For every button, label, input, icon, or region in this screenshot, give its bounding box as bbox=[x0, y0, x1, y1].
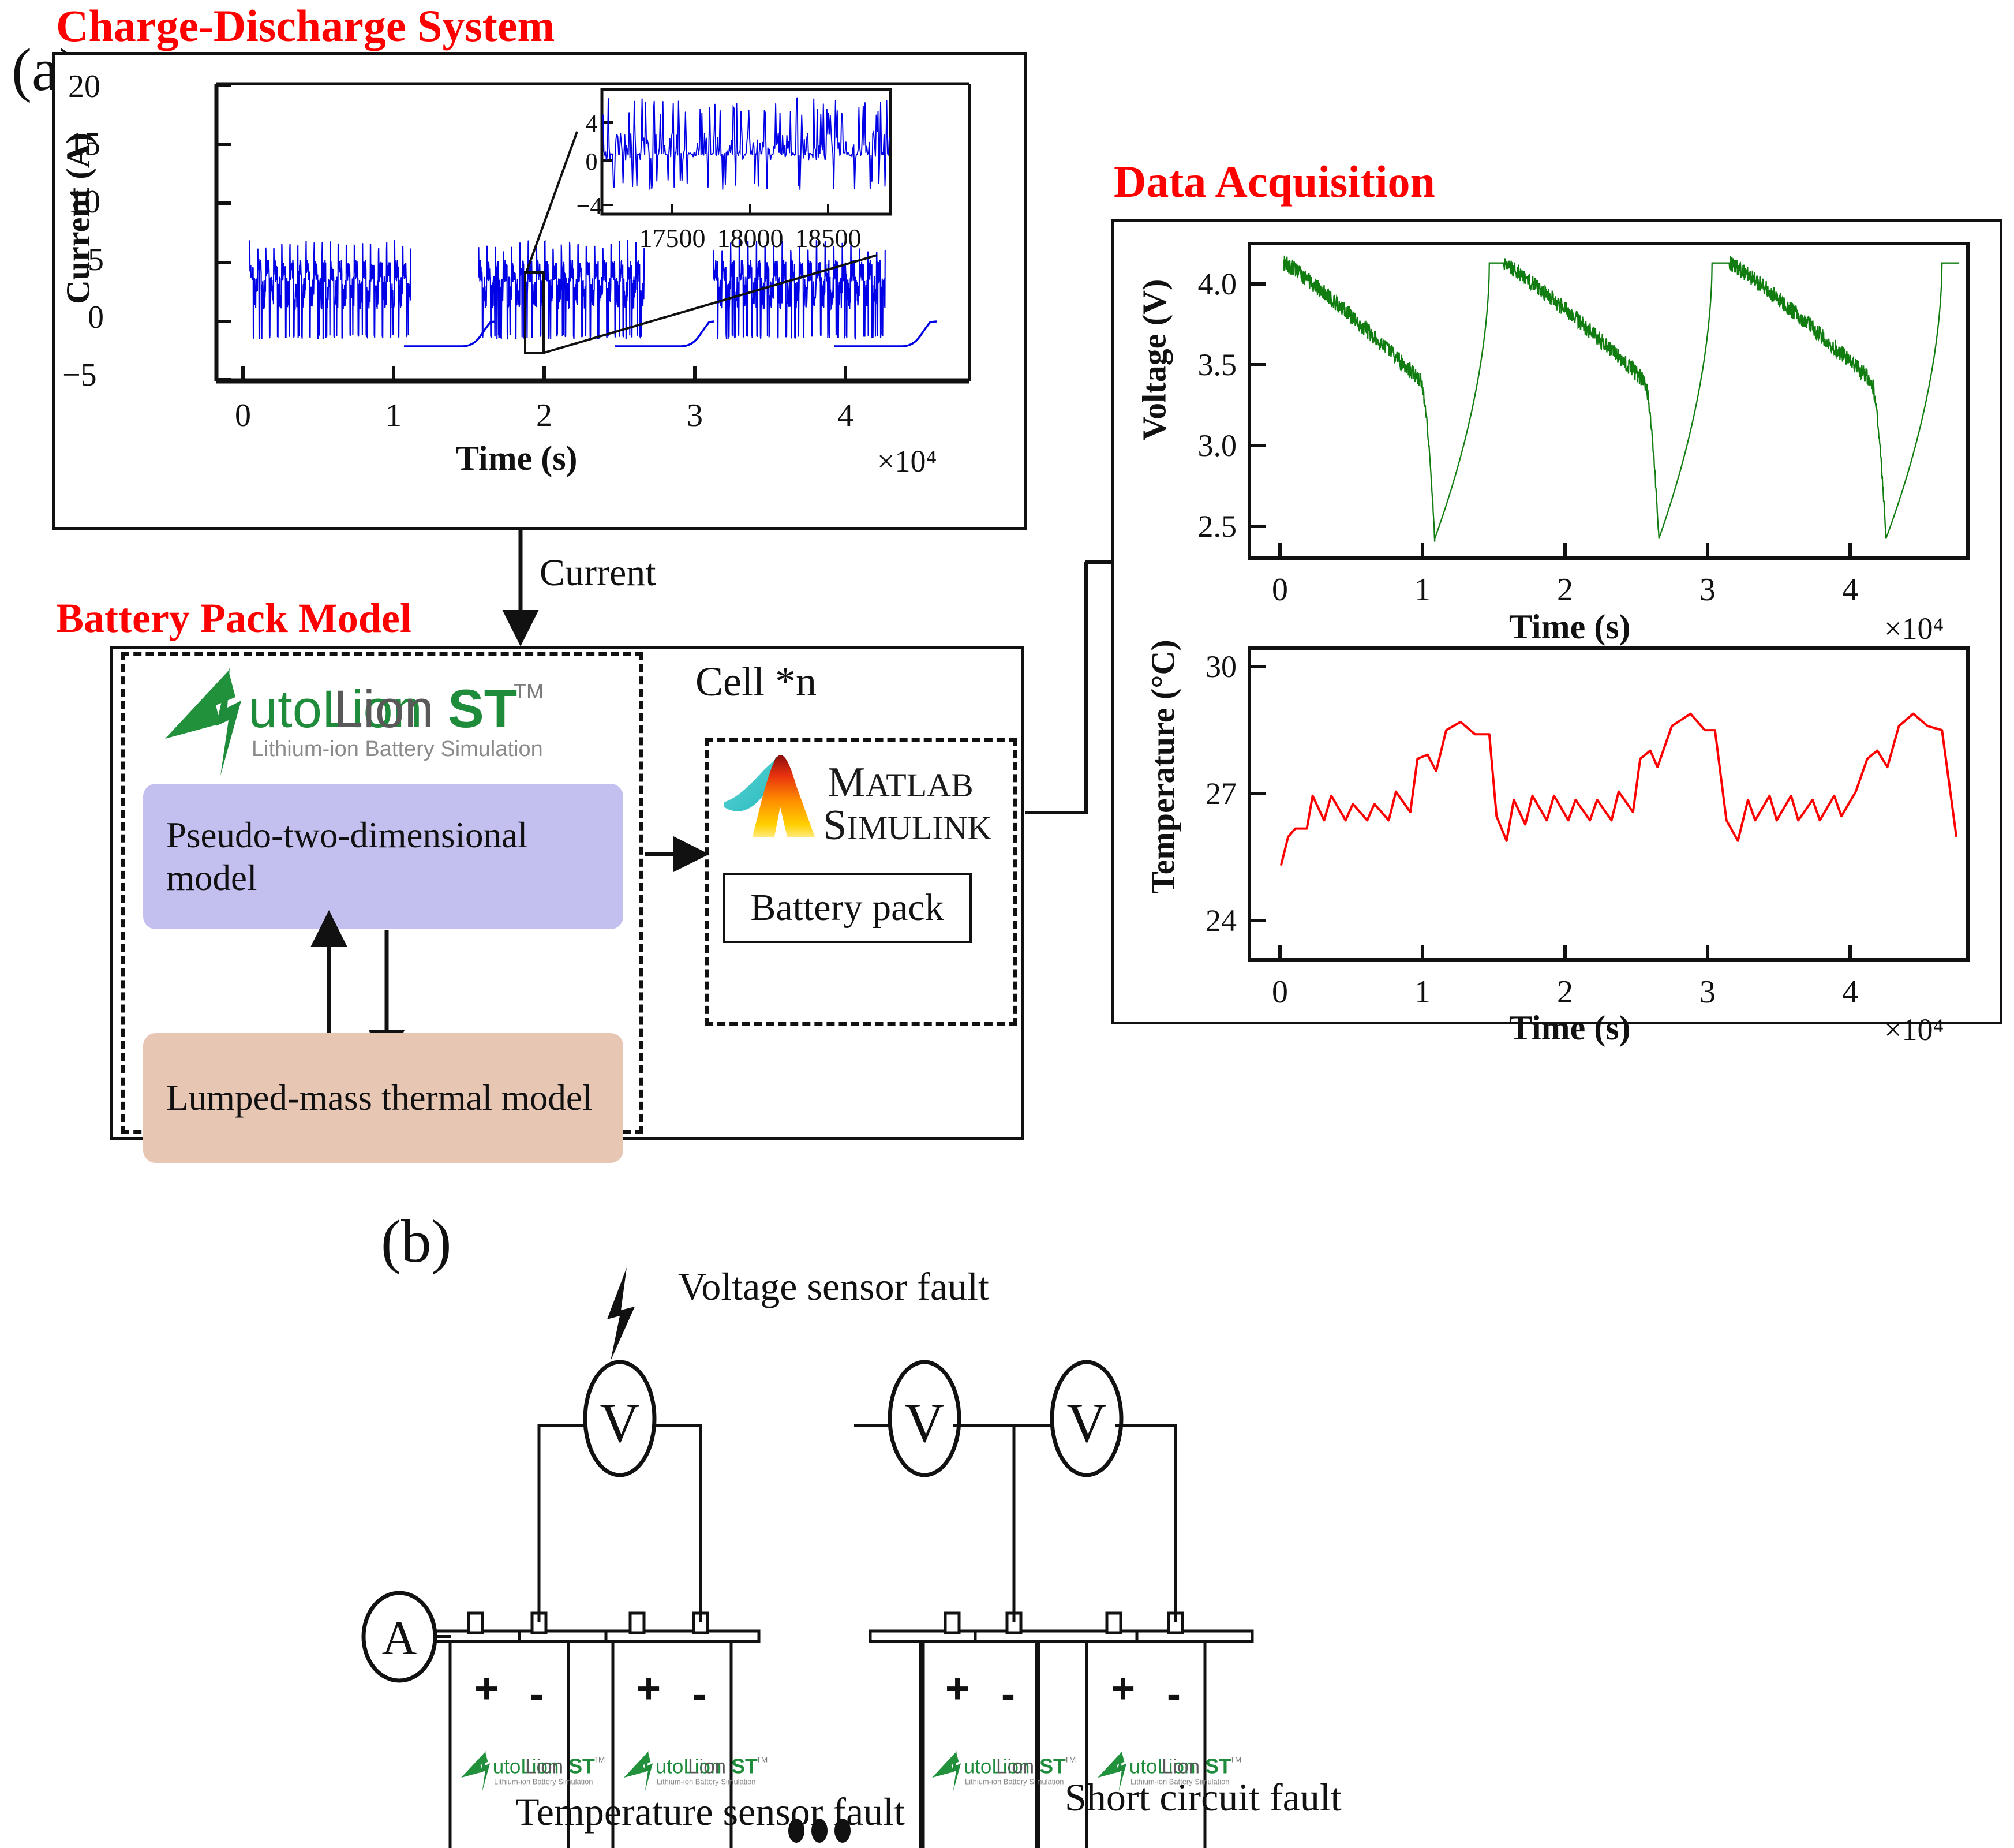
p2d-model-label: Pseudo-two-dimensional model bbox=[166, 814, 528, 898]
svg-text:V: V bbox=[904, 1392, 944, 1454]
busbar-group-right bbox=[869, 1629, 1254, 1643]
svg-text:ST: ST bbox=[731, 1755, 758, 1778]
svg-text:3.0: 3.0 bbox=[1198, 428, 1237, 463]
svg-text:24: 24 bbox=[1206, 903, 1237, 938]
matlab-simulink-logo: MATLAB SIMULINK bbox=[719, 751, 1008, 867]
battery-pack-box: Battery pack bbox=[723, 873, 972, 943]
svg-text:0: 0 bbox=[1272, 572, 1288, 608]
svg-text:1: 1 bbox=[1414, 572, 1431, 608]
svg-text:Lithium-ion Battery Simulation: Lithium-ion Battery Simulation bbox=[965, 1778, 1064, 1786]
temperature-x-exponent: ×10⁴ bbox=[1884, 1012, 1944, 1047]
svg-text:+: + bbox=[945, 1666, 969, 1712]
autolion-brand-st: ST bbox=[448, 678, 517, 739]
svg-text:4: 4 bbox=[837, 398, 853, 433]
current-flow-label: Current bbox=[540, 552, 656, 594]
svg-text:TM: TM bbox=[1230, 1756, 1242, 1764]
model-coupling-arrows bbox=[310, 910, 405, 1066]
panel-b-circuit: + - utoLion Lion ST TM Lithium-ion Batte… bbox=[346, 1241, 1558, 1848]
svg-text:+: + bbox=[637, 1666, 661, 1712]
p2d-model-box: Pseudo-two-dimensional model bbox=[143, 784, 623, 929]
svg-text:ST: ST bbox=[1039, 1755, 1066, 1778]
voltage-chart: Voltage (V) 4.0 3.5 3.0 2.5 0 1 2 3 4 Ti… bbox=[1111, 219, 2002, 646]
short-circuit-fault-label: Short circuit fault bbox=[1065, 1775, 1342, 1819]
svg-text:18000: 18000 bbox=[717, 223, 784, 253]
svg-text:Lithium-ion Battery Simulation: Lithium-ion Battery Simulation bbox=[657, 1778, 755, 1786]
current-chart-inset: 4 0 −4 17500 18000 18500 bbox=[574, 87, 892, 260]
svg-text:1: 1 bbox=[385, 398, 402, 433]
data-acquisition-title: Data Acquisition bbox=[1114, 156, 1435, 207]
temperature-chart: Temperature (°C) 30 27 24 0 1 2 3 4 Time… bbox=[1111, 632, 2002, 1047]
svg-text:3: 3 bbox=[687, 398, 703, 433]
svg-text:Lion: Lion bbox=[996, 1756, 1034, 1778]
svg-text:4: 4 bbox=[1842, 572, 1858, 608]
battery-pack-label: Battery pack bbox=[750, 886, 944, 929]
svg-text:17500: 17500 bbox=[639, 223, 706, 253]
svg-text:V: V bbox=[600, 1392, 639, 1454]
svg-text:0: 0 bbox=[586, 149, 598, 175]
svg-text:+: + bbox=[474, 1666, 499, 1712]
svg-text:30: 30 bbox=[1206, 649, 1237, 684]
autolion-trademark: TM bbox=[514, 679, 544, 703]
temperature-sensor-fault-label: Temperature sensor fault bbox=[515, 1790, 905, 1834]
voltage-sensor-fault-label: Voltage sensor fault bbox=[678, 1265, 989, 1308]
svg-text:-: - bbox=[1167, 1671, 1181, 1718]
autolion-logo: utoLion ST TM Lithium-ion Battery Simula… bbox=[160, 663, 622, 778]
svg-text:1: 1 bbox=[1414, 974, 1431, 1010]
svg-text:TM: TM bbox=[1065, 1756, 1076, 1764]
current-x-exponent: ×10⁴ bbox=[877, 444, 937, 478]
svg-text:4: 4 bbox=[1842, 974, 1858, 1010]
svg-text:0: 0 bbox=[1272, 974, 1288, 1010]
cell-body-3 bbox=[919, 1640, 1040, 1848]
svg-text:Lion: Lion bbox=[525, 1756, 563, 1778]
thermal-model-box: Lumped-mass thermal model bbox=[143, 1033, 623, 1163]
thermal-model-label: Lumped-mass thermal model bbox=[166, 1078, 593, 1118]
svg-text:2: 2 bbox=[1557, 572, 1573, 608]
svg-text:3: 3 bbox=[1699, 572, 1716, 608]
svg-text:4.0: 4.0 bbox=[1198, 267, 1237, 301]
svg-text:2: 2 bbox=[1557, 974, 1573, 1010]
svg-text:0: 0 bbox=[235, 398, 251, 433]
autolion-brand-a: utoLion bbox=[248, 680, 422, 739]
battery-pack-model-title: Battery Pack Model bbox=[56, 595, 411, 641]
lightning-bolt-icon bbox=[607, 1267, 635, 1361]
svg-text:ST: ST bbox=[568, 1755, 595, 1778]
temperature-xlabel: Time (s) bbox=[1509, 1009, 1631, 1047]
svg-text:2.5: 2.5 bbox=[1198, 509, 1237, 544]
current-chart: 20 15 10 5 0 −5 Current (A) 0 1 2 3 4 Ti… bbox=[52, 52, 1027, 530]
svg-text:-: - bbox=[1001, 1671, 1015, 1718]
svg-text:Lion: Lion bbox=[688, 1756, 726, 1778]
svg-text:-: - bbox=[692, 1671, 706, 1718]
cell-multiplier-label: Cell *n bbox=[695, 659, 817, 705]
autolion-tagline: Lithium-ion Battery Simulation bbox=[252, 737, 543, 761]
svg-text:3: 3 bbox=[1699, 974, 1716, 1010]
svg-text:Lithium-ion Battery Simulation: Lithium-ion Battery Simulation bbox=[494, 1778, 593, 1786]
current-flow-arrow bbox=[502, 529, 539, 646]
svg-text:2: 2 bbox=[536, 398, 552, 433]
svg-text:A: A bbox=[382, 1611, 417, 1665]
svg-text:TM: TM bbox=[757, 1756, 768, 1764]
simulink-wordmark: SIMULINK bbox=[823, 802, 992, 849]
svg-text:4: 4 bbox=[586, 111, 598, 137]
svg-text:TM: TM bbox=[594, 1756, 605, 1764]
matlab-wordmark: MATLAB bbox=[828, 759, 974, 806]
svg-text:3.5: 3.5 bbox=[1198, 347, 1237, 382]
svg-text:-: - bbox=[530, 1671, 544, 1718]
svg-text:V: V bbox=[1066, 1392, 1106, 1454]
svg-text:18500: 18500 bbox=[795, 223, 862, 253]
svg-text:−4: −4 bbox=[577, 193, 602, 220]
current-xlabel: Time (s) bbox=[456, 439, 578, 477]
charge-discharge-system-title: Charge-Discharge System bbox=[56, 1, 555, 51]
svg-text:+: + bbox=[1111, 1666, 1135, 1712]
svg-text:27: 27 bbox=[1206, 776, 1237, 811]
